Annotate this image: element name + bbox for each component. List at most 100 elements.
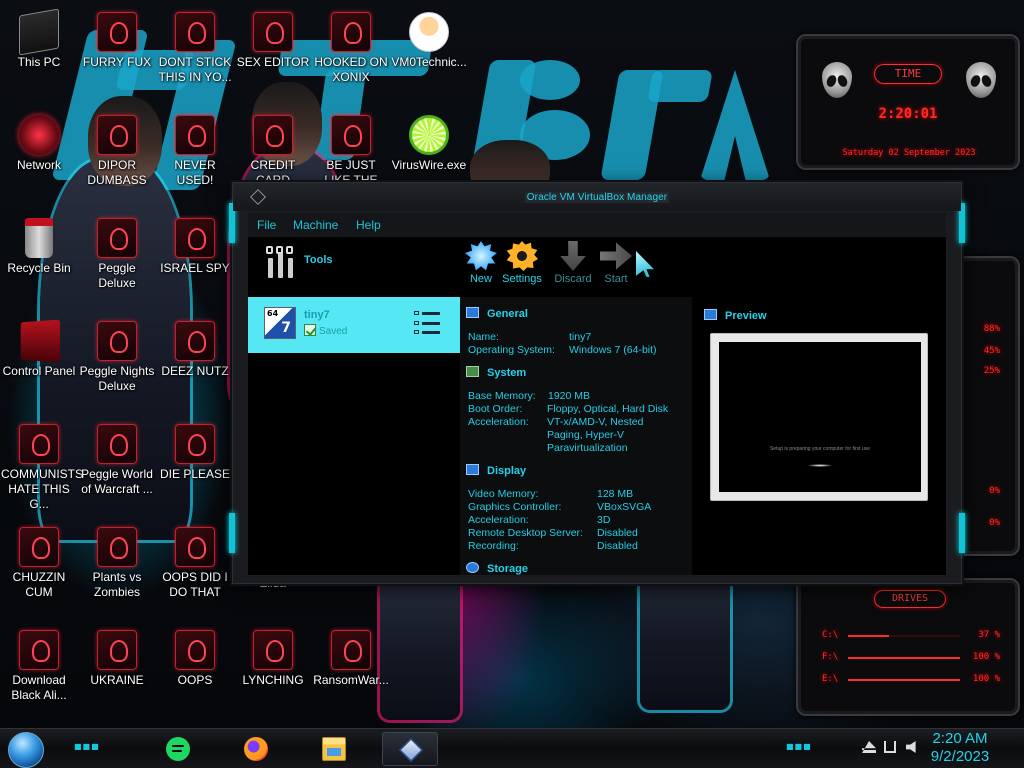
- net-up-meter-value: 0%: [989, 486, 1000, 496]
- detail-row: Boot Order: Floppy, Optical, Hard Disk: [468, 403, 688, 416]
- desktop-icon-sex-editor[interactable]: SEX EDITOR: [234, 12, 312, 70]
- taskbar-firefox[interactable]: [228, 732, 284, 766]
- eject-icon[interactable]: [862, 741, 876, 753]
- desktop-icon-furry-fux[interactable]: FURRY FUX: [78, 12, 156, 70]
- desktop-icon-ransomware[interactable]: RansomWar...: [312, 630, 390, 688]
- tools-item[interactable]: Tools: [248, 237, 460, 289]
- desktop-icon-deez-nutz[interactable]: DEEZ NUTZ: [156, 321, 234, 379]
- arrow-right-icon: [600, 242, 632, 270]
- spotify-icon: [166, 737, 190, 761]
- preview-section-header[interactable]: Preview: [704, 309, 767, 325]
- alienware-folder-icon: [175, 12, 215, 52]
- detail-key: Operating System:: [468, 344, 555, 356]
- network-tray-icon[interactable]: [884, 741, 896, 753]
- monitor-icon: [466, 307, 479, 318]
- desktop-icon-label: Peggle Nights Deluxe: [79, 364, 155, 393]
- virtualbox-app-icon: [250, 189, 266, 205]
- volume-tray-icon[interactable]: [906, 741, 916, 753]
- vm-state-label: Saved: [319, 326, 348, 337]
- system-meter-gadget[interactable]: 88% 45% 25% 0% 0%: [956, 256, 1020, 556]
- display-heading: Display: [487, 465, 527, 477]
- taskbar-accent-dots: ■■■: [74, 742, 100, 751]
- desktop-icon-label: Control Panel: [2, 364, 76, 378]
- desktop-icon-never-used[interactable]: NEVER USED!: [156, 115, 234, 188]
- computer-icon: [19, 8, 59, 56]
- desktop-icon-israel-spy[interactable]: ISRAEL SPY: [156, 218, 234, 276]
- desktop-icon-oops-did-i[interactable]: OOPS DID I DO THAT: [156, 527, 234, 600]
- virtualbox-manager-window[interactable]: Oracle VM VirtualBox Manager File Machin…: [229, 182, 965, 584]
- alienware-folder-icon: [175, 424, 215, 464]
- general-section-header[interactable]: General: [466, 307, 528, 323]
- detail-row: Recording: Disabled: [468, 540, 688, 553]
- alienware-folder-icon: [175, 115, 215, 155]
- details-pane: New Settings Discard Start General Name:…: [460, 237, 946, 575]
- start-button[interactable]: [8, 732, 44, 768]
- storage-section-header[interactable]: Storage: [466, 562, 528, 578]
- start-button[interactable]: Start: [590, 241, 642, 291]
- display-icon: [466, 464, 479, 475]
- machine-list-pane: Tools 64 7 tiny7 Saved: [248, 237, 460, 575]
- desktop-icon-peggle-deluxe[interactable]: Peggle Deluxe: [78, 218, 156, 291]
- vm-details-menu-icon[interactable]: [414, 311, 440, 335]
- detail-row: Acceleration: 3D: [468, 514, 688, 527]
- desktop-icon-peggle-wow[interactable]: Peggle World of Warcraft ...: [78, 424, 156, 497]
- clock-gadget-date: Saturday 02 September 2023: [842, 148, 976, 158]
- menu-file[interactable]: File: [257, 218, 276, 232]
- drive-row: E:\ 100 %: [822, 674, 1000, 686]
- desktop-icon-chuzzin[interactable]: CHUZZIN CUM: [0, 527, 78, 600]
- discard-button-label: Discard: [554, 273, 592, 285]
- desktop-icon-dont-stick[interactable]: DONT STICK THIS IN YO...: [156, 12, 234, 85]
- monitor-icon: [704, 309, 717, 320]
- desktop-icon-control-panel[interactable]: Control Panel: [0, 319, 78, 379]
- menu-bar: File Machine Help: [248, 213, 946, 237]
- desktop-icon-ukraine[interactable]: UKRAINE: [78, 630, 156, 688]
- taskbar-virtualbox[interactable]: [382, 732, 438, 766]
- virtualbox-icon: [398, 737, 424, 763]
- menu-help[interactable]: Help: [356, 218, 381, 232]
- desktop-icon-download-black-ali[interactable]: Download Black Ali...: [0, 630, 78, 703]
- desktop-icon-lynching[interactable]: LYNCHING: [234, 630, 312, 688]
- alienware-folder-icon: [175, 527, 215, 567]
- desktop-icon-dipor[interactable]: DIPOR DUMBASS: [78, 115, 156, 188]
- desktop-icon-plants-vs-zombies[interactable]: Plants vs Zombies: [78, 527, 156, 600]
- alienware-folder-icon: [19, 424, 59, 464]
- vm-list-item-tiny7[interactable]: 64 7 tiny7 Saved: [248, 297, 460, 353]
- taskbar-file-explorer[interactable]: [306, 732, 362, 766]
- desktop-icon-this-pc[interactable]: This PC: [0, 8, 78, 70]
- alienware-folder-icon: [175, 218, 215, 258]
- desktop-icon-recycle-bin[interactable]: Recycle Bin: [0, 218, 78, 276]
- display-section-header[interactable]: Display: [466, 464, 526, 480]
- clock-gadget[interactable]: TIME 2:20:01 Saturday 02 September 2023: [796, 34, 1020, 170]
- drive-label: C:\: [822, 630, 839, 640]
- alienware-folder-icon: [175, 630, 215, 670]
- drive-usage-bar: [848, 657, 960, 659]
- desktop-icon-vm0technic[interactable]: VM0Technic...: [390, 12, 468, 70]
- file-explorer-icon: [322, 737, 346, 761]
- clock-gadget-time: 2:20:01: [878, 106, 938, 122]
- desktop-icon-oops[interactable]: OOPS: [156, 630, 234, 688]
- detail-row: Graphics Controller: VBoxSVGA: [468, 501, 688, 514]
- settings-button[interactable]: Settings: [496, 241, 548, 291]
- desktop-icon-label: LYNCHING: [242, 673, 304, 687]
- window-titlebar[interactable]: Oracle VM VirtualBox Manager: [233, 183, 961, 211]
- detail-row: Operating System: Windows 7 (64-bit): [468, 344, 688, 357]
- desktop-icon-peggle-nights[interactable]: Peggle Nights Deluxe: [78, 321, 156, 394]
- desktop-icon-network[interactable]: Network: [0, 115, 78, 173]
- taskbar-spotify[interactable]: [150, 732, 206, 766]
- desktop-icon-hooked-on-xonix[interactable]: HOOKED ON XONIX: [312, 12, 390, 85]
- desktop-icon-die-please[interactable]: DIE PLEASE: [156, 424, 234, 482]
- system-section-header[interactable]: System: [466, 366, 526, 382]
- detail-value: VBoxSVGA: [597, 501, 652, 513]
- desktop-icon-label: HOOKED ON XONIX: [314, 55, 388, 84]
- menu-machine[interactable]: Machine: [293, 218, 338, 232]
- desktop-icon-viruswire[interactable]: VirusWire.exe: [390, 115, 468, 173]
- detail-value: tiny7: [569, 331, 592, 343]
- desktop-icon-label: Download Black Ali...: [11, 673, 67, 702]
- taskbar-clock[interactable]: 2:20 AM 9/2/2023: [924, 730, 996, 766]
- drives-gadget[interactable]: DRIVES C:\ 37 % F:\ 100 % E:\ 100 %: [796, 578, 1020, 716]
- desktop-icon-label: CHUZZIN CUM: [12, 570, 66, 599]
- detail-key: Recording:: [468, 540, 519, 552]
- desktop-icon-communists[interactable]: COMMUNISTS HATE THIS G...: [0, 424, 83, 512]
- desktop-icon-label: ISRAEL SPY: [160, 261, 230, 275]
- desktop-icon-label: UKRAINE: [90, 673, 144, 687]
